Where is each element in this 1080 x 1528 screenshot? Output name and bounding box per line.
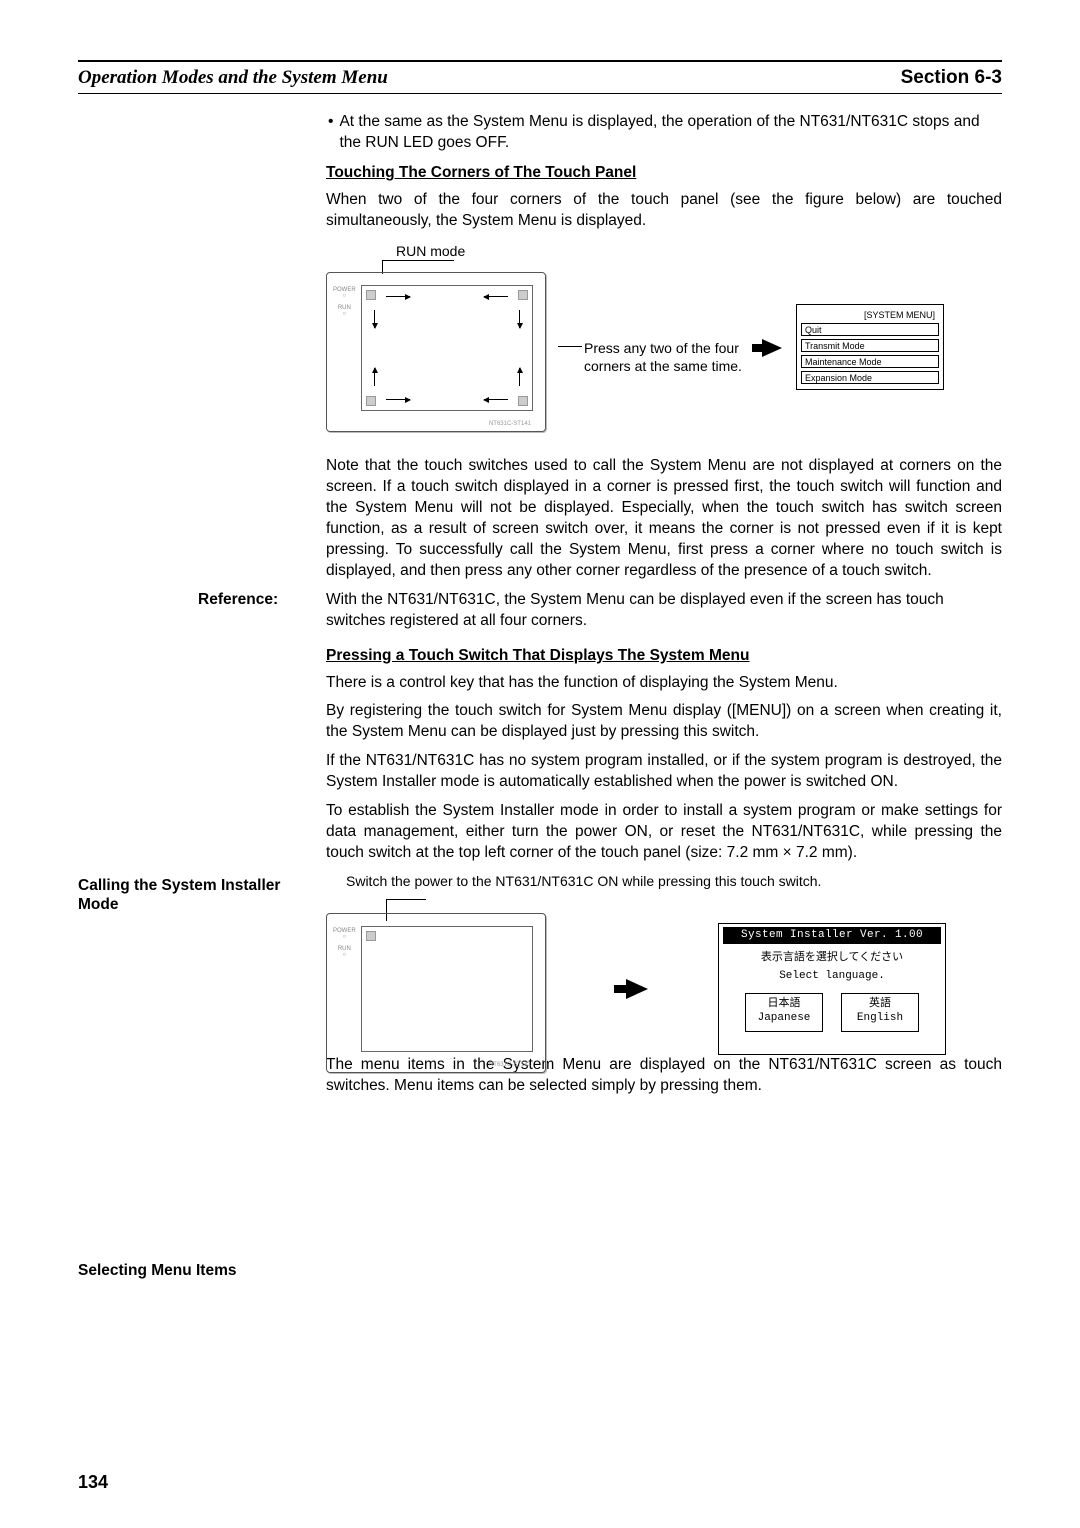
menu-quit[interactable]: Quit <box>801 323 939 336</box>
arrow-right-icon <box>386 296 410 297</box>
system-menu-title: [SYSTEM MENU] <box>801 309 939 321</box>
paragraph: To establish the System Installer mode i… <box>326 801 1002 864</box>
reference-body: With the NT631/NT631C, the System Menu c… <box>326 590 1002 632</box>
big-arrow-icon <box>626 979 648 999</box>
arrow-up-icon <box>374 368 375 386</box>
bullet-item: • At the same as the System Menu is disp… <box>326 112 1002 154</box>
system-installer-screen: System Installer Ver. 1.00 表示言語を選択してください… <box>718 923 946 1055</box>
device-power-label: POWER○ RUN○ <box>333 928 356 958</box>
paragraph: Note that the touch switches used to cal… <box>326 456 1002 582</box>
header-right: Section 6-3 <box>901 65 1002 91</box>
device-screen <box>361 285 533 411</box>
device-frame: POWER○ RUN○ NT631C-ST <box>326 272 546 432</box>
arrow-left-icon <box>484 296 508 297</box>
arrow-left-icon <box>484 399 508 400</box>
side-heading-installer: Calling the System Installer Mode <box>78 876 298 915</box>
device-screen <box>361 926 533 1052</box>
side-heading-selecting: Selecting Menu Items <box>78 1261 298 1280</box>
subheading-press-switch: Pressing a Touch Switch That Displays Th… <box>326 646 1002 667</box>
installer-title: System Installer Ver. 1.00 <box>723 927 941 944</box>
corner-touch-br[interactable] <box>518 396 528 406</box>
run-mode-label: RUN mode <box>396 242 465 261</box>
header-left: Operation Modes and the System Menu <box>78 65 388 91</box>
press-corners-caption: Press any two of the fourcorners at the … <box>584 340 742 375</box>
leader-line <box>386 899 426 900</box>
figure-corners: RUN mode POWER○ RUN○ <box>326 242 1002 442</box>
page-header: Operation Modes and the System Menu Sect… <box>78 60 1002 94</box>
arrow-right-icon <box>386 399 410 400</box>
figure-installer: Switch the power to the NT631/NT631C ON … <box>326 872 1002 1045</box>
language-japanese-button[interactable]: 日本語Japanese <box>745 993 823 1032</box>
corner-touch-bl[interactable] <box>366 396 376 406</box>
paragraph: There is a control key that has the func… <box>326 673 1002 694</box>
system-menu-popup: [SYSTEM MENU] Quit Transmit Mode Mainten… <box>796 304 944 390</box>
leader-line <box>558 346 582 347</box>
installer-prompt-jp: 表示言語を選択してください <box>719 950 945 965</box>
menu-expansion[interactable]: Expansion Mode <box>801 371 939 384</box>
arrow-down-icon <box>374 310 375 328</box>
installer-prompt-en: Select language. <box>719 969 945 984</box>
arrow-down-icon <box>519 310 520 328</box>
menu-transmit[interactable]: Transmit Mode <box>801 339 939 352</box>
paragraph: If the NT631/NT631C has no system progra… <box>326 751 1002 793</box>
reference-label: Reference: <box>198 590 326 632</box>
bullet-text: At the same as the System Menu is displa… <box>339 112 1002 154</box>
device-power-label: POWER○ RUN○ <box>333 287 356 317</box>
corner-touch-tl[interactable] <box>366 931 376 941</box>
device-model-label: NT631C-ST141 <box>489 420 531 428</box>
device-frame: POWER○ RUN○ NT631C-ST141 <box>326 913 546 1073</box>
device-model-label: NT631C-ST141 <box>489 1061 531 1069</box>
bullet-dot: • <box>328 112 333 154</box>
menu-maintenance[interactable]: Maintenance Mode <box>801 355 939 368</box>
corner-touch-tr[interactable] <box>518 290 528 300</box>
subheading-touch-corners: Touching The Corners of The Touch Panel <box>326 163 1002 184</box>
language-english-button[interactable]: 英語English <box>841 993 919 1032</box>
big-arrow-icon <box>762 339 782 357</box>
arrow-up-icon <box>519 368 520 386</box>
paragraph: When two of the four corners of the touc… <box>326 190 1002 232</box>
paragraph: By registering the touch switch for Syst… <box>326 701 1002 743</box>
figure-installer-caption: Switch the power to the NT631/NT631C ON … <box>346 872 1002 891</box>
corner-touch-tl[interactable] <box>366 290 376 300</box>
page-number: 134 <box>78 1470 108 1494</box>
leader-line <box>382 260 454 261</box>
reference-block: Reference: With the NT631/NT631C, the Sy… <box>326 590 1002 632</box>
